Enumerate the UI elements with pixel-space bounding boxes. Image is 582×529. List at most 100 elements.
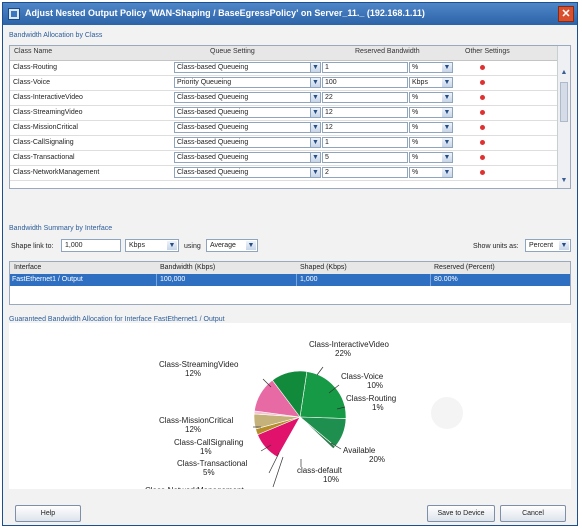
- column-class-name[interactable]: Class Name: [14, 48, 52, 55]
- pie-label-network-management: Class-NetworkManagement: [145, 486, 244, 489]
- chevron-down-icon[interactable]: ▼: [310, 167, 321, 178]
- chevron-down-icon: ▼: [442, 63, 452, 72]
- other-settings-dot-icon[interactable]: [480, 125, 485, 130]
- scroll-up-icon[interactable]: ▲: [559, 68, 569, 78]
- reserved-bandwidth-input[interactable]: 100: [322, 77, 408, 88]
- queue-setting-select[interactable]: Class-based Queueing: [174, 107, 320, 118]
- pie-label-available: Available 20%: [343, 446, 385, 464]
- table-row[interactable]: Class-InteractiveVideo Class-based Queuei…: [10, 91, 559, 106]
- chevron-down-icon: ▼: [442, 108, 452, 117]
- window-title: Adjust Nested Output Policy 'WAN-Shaping…: [25, 8, 425, 18]
- queue-setting-select[interactable]: Class-based Queueing: [174, 152, 320, 163]
- table-row[interactable]: Class-Transactional Class-based Queueing ▼…: [10, 151, 559, 166]
- class-name-cell: Class-StreamingVideo: [13, 109, 83, 116]
- queue-setting-select[interactable]: Priority Queueing: [174, 77, 320, 88]
- pie-label-transactional: Class-Transactional 5%: [177, 459, 248, 477]
- save-to-device-button[interactable]: Save to Device: [427, 505, 495, 522]
- other-settings-dot-icon[interactable]: [480, 95, 485, 100]
- chevron-down-icon: ▼: [167, 241, 177, 250]
- pie-label-voice: Class-Voice 10%: [341, 372, 384, 390]
- table-row[interactable]: Class-NetworkManagement Class-based Queue…: [10, 166, 559, 181]
- table-row[interactable]: Class-Routing Class-based Queueing ▼ 1% ▼: [10, 61, 559, 76]
- chart-glow: [431, 397, 463, 429]
- bandwidth-unit-select[interactable]: % ▼: [409, 152, 453, 163]
- bandwidth-unit-select[interactable]: % ▼: [409, 92, 453, 103]
- table-row[interactable]: FastEthernet1 / Output 100,000 1,000 80.…: [10, 274, 570, 286]
- class-name-cell: Class-CallSignaling: [13, 139, 74, 146]
- bandwidth-unit-select[interactable]: Kbps ▼: [409, 77, 453, 88]
- table-row[interactable]: Class-MissionCritical Class-based Queuein…: [10, 121, 559, 136]
- chevron-down-icon[interactable]: ▼: [310, 62, 321, 73]
- allocation-table-header: Class Name Queue Setting Reserved Bandwi…: [10, 46, 559, 61]
- other-settings-dot-icon[interactable]: [480, 65, 485, 70]
- queue-setting-select[interactable]: Class-based Queueing: [174, 167, 320, 178]
- bandwidth-pie-chart: Class-InteractiveVideo 22% Class-Voice 10% C…: [145, 340, 463, 495]
- chevron-down-icon: ▼: [559, 241, 569, 250]
- reserved-bandwidth-input[interactable]: 12: [322, 107, 408, 118]
- column-reserved[interactable]: Reserved (Percent): [434, 264, 495, 271]
- table-row[interactable]: Class-CallSignaling Class-based Queueing ▼…: [10, 136, 559, 151]
- reserved-bandwidth-input[interactable]: 1: [322, 62, 408, 73]
- bandwidth-unit-select[interactable]: % ▼: [409, 107, 453, 118]
- pie-label-routing: Class-Routing 1%: [346, 394, 396, 412]
- table-row[interactable]: Class-Voice Priority Queueing ▼ 100 Kbps ▼: [10, 76, 559, 91]
- pie-slice[interactable]: [299, 371, 347, 419]
- queue-setting-select[interactable]: Class-based Queueing: [174, 62, 320, 73]
- bandwidth-unit-select[interactable]: % ▼: [409, 137, 453, 148]
- title-bar[interactable]: Adjust Nested Output Policy 'WAN-Shaping…: [3, 3, 577, 25]
- bandwidth-unit-select[interactable]: % ▼: [409, 122, 453, 133]
- chart-section-label: Guaranteed Bandwidth Allocation for Inte…: [9, 316, 225, 323]
- column-shaped[interactable]: Shaped (Kbps): [300, 264, 347, 271]
- queue-setting-select[interactable]: Class-based Queueing: [174, 137, 320, 148]
- using-select[interactable]: Average ▼: [206, 239, 258, 252]
- chevron-down-icon: ▼: [442, 153, 452, 162]
- pie-leader-line: [316, 366, 324, 376]
- bandwidth-unit-select[interactable]: % ▼: [409, 167, 453, 178]
- allocation-table: Class Name Queue Setting Reserved Bandwi…: [9, 45, 571, 189]
- column-interface[interactable]: Interface: [14, 264, 41, 271]
- show-units-select[interactable]: Percent ▼: [525, 239, 571, 252]
- other-settings-dot-icon[interactable]: [480, 170, 485, 175]
- close-button[interactable]: ✕: [558, 6, 574, 22]
- shape-link-input[interactable]: 1,000: [61, 239, 121, 252]
- pie-label-class-default: class-default 10%: [297, 466, 343, 484]
- chevron-down-icon: ▼: [246, 241, 256, 250]
- pie-label-streaming-video: Class-StreamingVideo 12%: [159, 360, 239, 378]
- chevron-down-icon[interactable]: ▼: [310, 122, 321, 133]
- reserved-bandwidth-input[interactable]: 1: [322, 137, 408, 148]
- help-button[interactable]: Help: [15, 505, 81, 522]
- other-settings-dot-icon[interactable]: [480, 140, 485, 145]
- pie-label-interactive-video: Class-InteractiveVideo 22%: [309, 340, 389, 358]
- reserved-bandwidth-input[interactable]: 22: [322, 92, 408, 103]
- cancel-button[interactable]: Cancel: [500, 505, 566, 522]
- reserved-bandwidth-input[interactable]: 12: [322, 122, 408, 133]
- bandwidth-unit-select[interactable]: % ▼: [409, 62, 453, 73]
- column-bandwidth[interactable]: Bandwidth (Kbps): [160, 264, 215, 271]
- reserved-cell: 80.00%: [434, 276, 458, 283]
- summary-section-label: Bandwidth Summary by Interface: [9, 225, 113, 232]
- chevron-down-icon[interactable]: ▼: [310, 107, 321, 118]
- other-settings-dot-icon[interactable]: [480, 80, 485, 85]
- policy-dialog: Adjust Nested Output Policy 'WAN-Shaping…: [2, 2, 578, 526]
- column-other-settings[interactable]: Other Settings: [465, 48, 510, 55]
- using-label: using: [184, 243, 201, 250]
- reserved-bandwidth-input[interactable]: 5: [322, 152, 408, 163]
- chevron-down-icon[interactable]: ▼: [310, 152, 321, 163]
- table-row[interactable]: Class-StreamingVideo Class-based Queueing…: [10, 106, 559, 121]
- other-settings-dot-icon[interactable]: [480, 110, 485, 115]
- chevron-down-icon[interactable]: ▼: [310, 77, 321, 88]
- allocation-scrollbar[interactable]: ▲ ▼: [557, 46, 570, 188]
- queue-setting-select[interactable]: Class-based Queueing: [174, 122, 320, 133]
- queue-setting-select[interactable]: Class-based Queueing: [174, 92, 320, 103]
- chevron-down-icon[interactable]: ▼: [310, 137, 321, 148]
- column-reserved-bandwidth[interactable]: Reserved Bandwidth: [355, 48, 420, 55]
- chevron-down-icon[interactable]: ▼: [310, 92, 321, 103]
- scroll-thumb[interactable]: [560, 82, 568, 122]
- other-settings-dot-icon[interactable]: [480, 155, 485, 160]
- shape-unit-select[interactable]: Kbps ▼: [125, 239, 179, 252]
- chevron-down-icon: ▼: [442, 123, 452, 132]
- scroll-down-icon[interactable]: ▼: [559, 176, 569, 186]
- class-name-cell: Class-NetworkManagement: [13, 169, 100, 176]
- column-queue-setting[interactable]: Queue Setting: [210, 48, 255, 55]
- reserved-bandwidth-input[interactable]: 2: [322, 167, 408, 178]
